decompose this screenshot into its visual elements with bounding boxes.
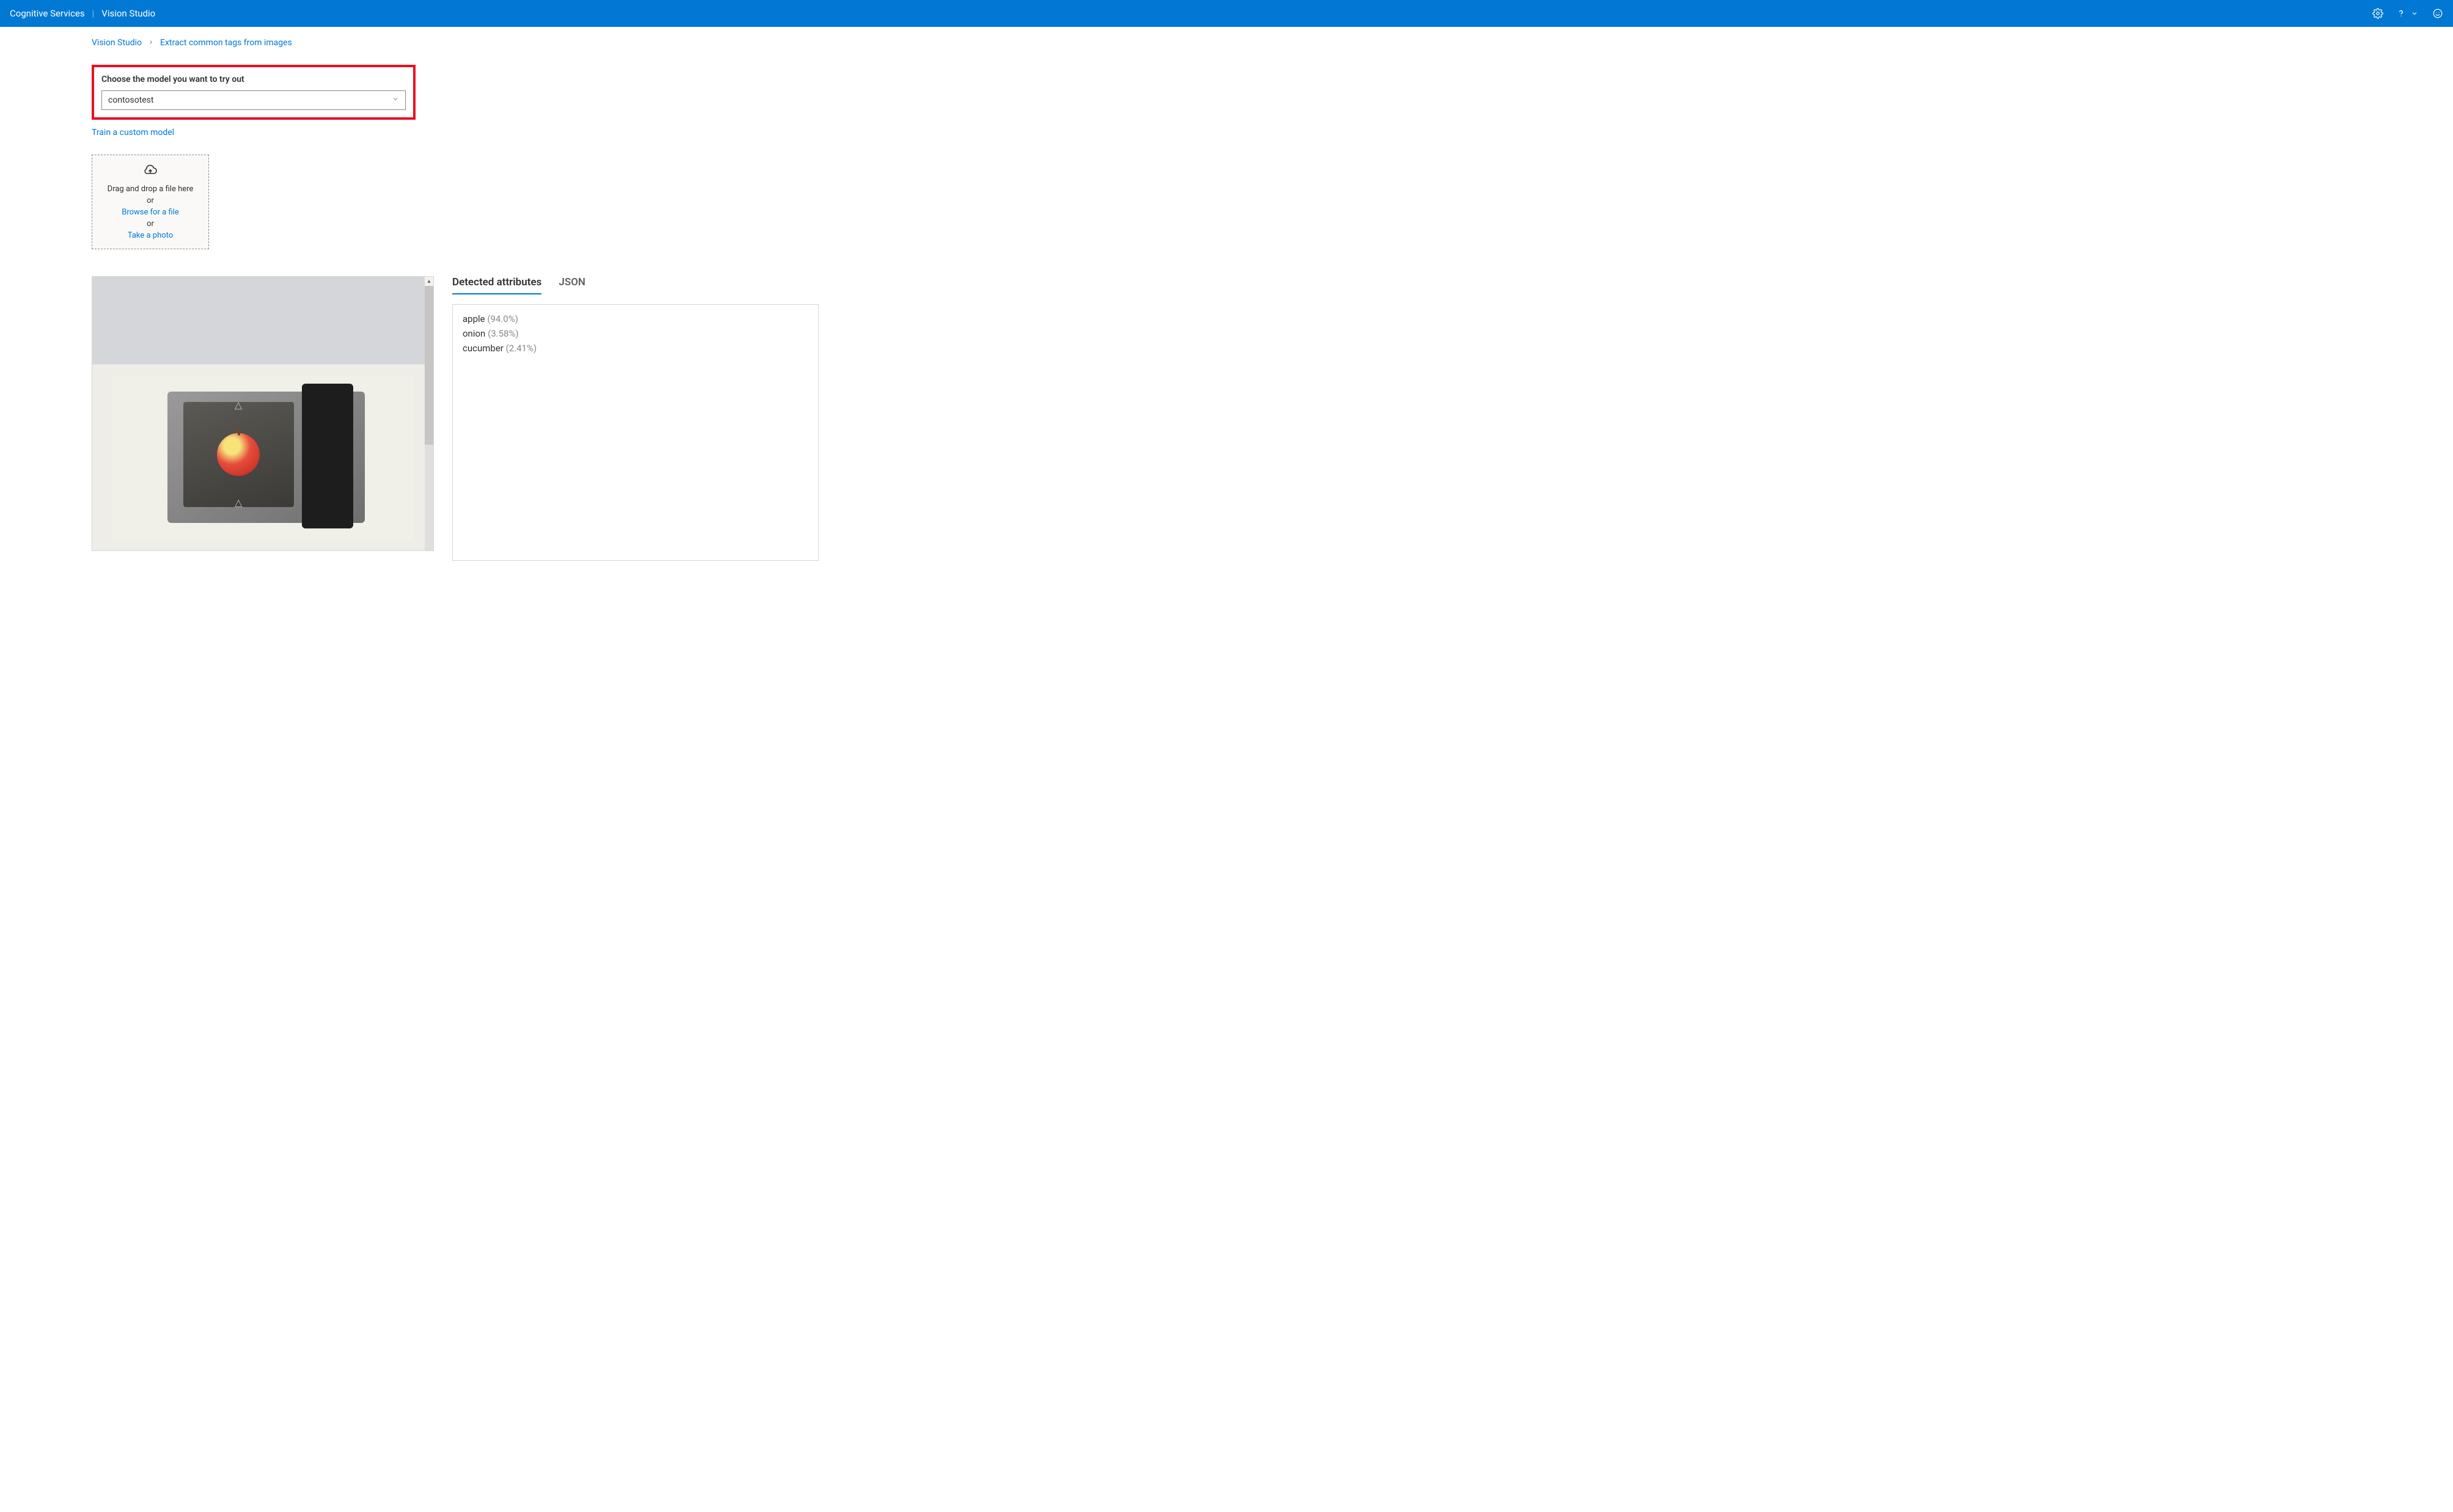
file-upload-dropzone[interactable]: Drag and drop a file here or Browse for … bbox=[92, 155, 209, 249]
attribute-name: apple bbox=[463, 313, 485, 324]
upload-drag-text: Drag and drop a file here bbox=[108, 184, 194, 194]
breadcrumb-root[interactable]: Vision Studio bbox=[92, 38, 142, 48]
gear-icon[interactable] bbox=[2372, 8, 2383, 19]
preview-scene: ▽ △ bbox=[92, 277, 433, 550]
cloud-upload-icon bbox=[142, 163, 159, 180]
model-select-value: contosotest bbox=[108, 95, 154, 105]
feedback-smile-icon[interactable] bbox=[2432, 8, 2443, 19]
scale-tray: ▽ △ bbox=[183, 402, 294, 507]
list-item: cucumber (2.41%) bbox=[463, 343, 809, 354]
attribute-name: cucumber bbox=[463, 343, 504, 354]
upload-or-1: or bbox=[147, 196, 154, 205]
image-preview: ▽ △ ▴ bbox=[92, 276, 434, 551]
scale-body: ▽ △ bbox=[167, 392, 365, 523]
results-panel: apple (94.0%) onion (3.58%) cucumber (2.… bbox=[452, 304, 819, 561]
chevron-right-icon bbox=[148, 38, 154, 47]
model-chooser-label: Choose the model you want to try out bbox=[101, 75, 406, 84]
list-item: onion (3.58%) bbox=[463, 328, 809, 339]
chevron-down-icon bbox=[392, 95, 399, 105]
scale-display-panel bbox=[302, 384, 353, 528]
scroll-track[interactable] bbox=[425, 286, 433, 550]
help-menu[interactable] bbox=[2396, 8, 2420, 19]
attribute-score: (3.58%) bbox=[488, 328, 519, 339]
model-select[interactable]: contosotest bbox=[101, 90, 406, 110]
vertical-scrollbar[interactable]: ▴ bbox=[425, 277, 433, 550]
help-icon bbox=[2396, 8, 2407, 19]
results-column: Detected attributes JSON apple (94.0%) o… bbox=[452, 276, 819, 561]
upload-or-2: or bbox=[147, 219, 154, 228]
breadcrumb-current[interactable]: Extract common tags from images bbox=[160, 38, 292, 48]
header-actions bbox=[2372, 8, 2443, 19]
results-tabs: Detected attributes JSON bbox=[452, 276, 819, 294]
header-divider: | bbox=[92, 8, 95, 19]
attribute-score: (94.0%) bbox=[487, 313, 518, 324]
take-photo-link[interactable]: Take a photo bbox=[128, 231, 173, 240]
tab-detected-attributes[interactable]: Detected attributes bbox=[452, 276, 541, 294]
attribute-name: onion bbox=[463, 328, 485, 339]
triangle-down-icon: ▽ bbox=[235, 401, 242, 412]
main-content: Vision Studio Extract common tags from i… bbox=[0, 27, 2453, 561]
header-title-group: Cognitive Services | Vision Studio bbox=[10, 8, 155, 19]
chevron-down-icon bbox=[2409, 8, 2420, 19]
browse-file-link[interactable]: Browse for a file bbox=[122, 208, 179, 217]
breadcrumb: Vision Studio Extract common tags from i… bbox=[92, 27, 2361, 65]
scroll-up-icon[interactable]: ▴ bbox=[427, 277, 430, 286]
attribute-score: (2.41%) bbox=[506, 343, 537, 354]
image-preview-column: ▽ △ ▴ bbox=[92, 276, 434, 551]
scroll-thumb[interactable] bbox=[425, 286, 433, 445]
product-name: Vision Studio bbox=[101, 8, 155, 19]
app-header: Cognitive Services | Vision Studio bbox=[0, 0, 2453, 27]
model-chooser-panel: Choose the model you want to try out con… bbox=[92, 65, 416, 120]
list-item: apple (94.0%) bbox=[463, 313, 809, 324]
triangle-up-icon: △ bbox=[235, 497, 242, 508]
apple-object bbox=[217, 433, 260, 476]
tab-json[interactable]: JSON bbox=[559, 276, 585, 294]
brand-name: Cognitive Services bbox=[10, 8, 85, 19]
train-custom-model-link[interactable]: Train a custom model bbox=[92, 128, 174, 137]
main-row: ▽ △ ▴ Detected attributes JSON bbox=[92, 276, 2361, 561]
